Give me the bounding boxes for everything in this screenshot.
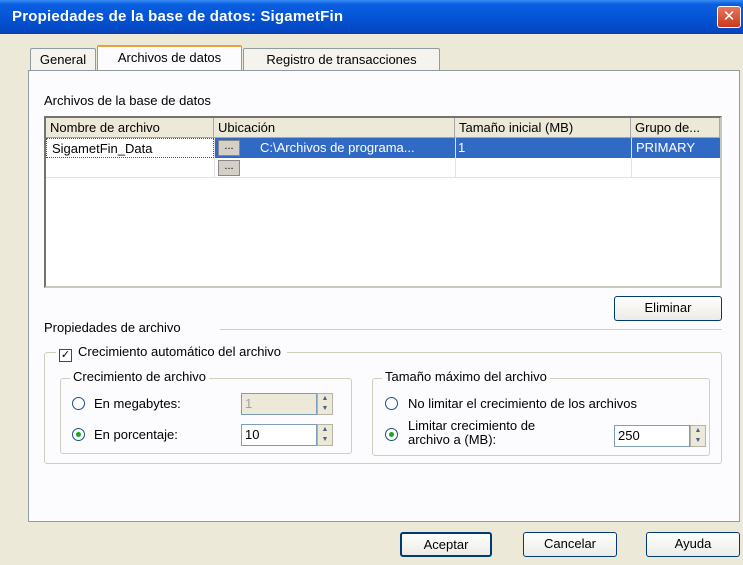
megabytes-label: En megabytes: — [94, 396, 181, 411]
megabytes-spinner[interactable]: ▲ ▼ — [317, 393, 333, 415]
limit-label: Limitar crecimiento de archivo a (MB): — [408, 419, 535, 447]
file-size-cell[interactable]: 1 — [458, 140, 628, 155]
ellipsis-icon: ... — [224, 160, 234, 172]
percent-spinner[interactable]: ▲ ▼ — [317, 424, 333, 446]
files-section-label: Archivos de la base de datos — [44, 93, 211, 108]
spin-down-icon[interactable]: ▼ — [691, 436, 705, 446]
spin-up-icon[interactable]: ▲ — [691, 426, 705, 436]
help-button[interactable]: Ayuda — [646, 532, 740, 557]
tab-general-label: General — [39, 52, 87, 67]
tab-general[interactable]: General — [30, 48, 96, 70]
table-row-empty[interactable] — [46, 158, 720, 178]
tab-registro-label: Registro de transacciones — [266, 52, 417, 67]
column-header-location[interactable]: Ubicación — [214, 118, 455, 138]
close-icon: ✕ — [722, 8, 736, 25]
tab-archivos-de-datos[interactable]: Archivos de datos — [97, 45, 242, 70]
limit-radio[interactable] — [385, 428, 398, 441]
file-name-cell[interactable]: SigametFin_Data — [46, 138, 214, 158]
column-header-name[interactable]: Nombre de archivo — [46, 118, 214, 138]
tab-registro-de-transacciones[interactable]: Registro de transacciones — [243, 48, 440, 70]
ellipsis-icon: ... — [224, 140, 234, 152]
divider — [220, 329, 722, 330]
location-browse-button[interactable]: ... — [218, 140, 240, 156]
column-header-size[interactable]: Tamaño inicial (MB) — [455, 118, 631, 138]
limit-label-line2: archivo a (MB): — [408, 432, 497, 447]
grid-separator — [631, 138, 632, 178]
spin-up-icon[interactable]: ▲ — [318, 425, 332, 435]
tab-archivos-label: Archivos de datos — [117, 50, 222, 65]
autogrow-checkbox[interactable]: ✓ — [59, 349, 72, 362]
title-bar: Propiedades de la base de datos: Sigamet… — [0, 0, 743, 34]
autogrow-label: Crecimiento automático del archivo — [78, 344, 282, 359]
megabytes-radio[interactable] — [72, 397, 85, 410]
unlimited-radio[interactable] — [385, 397, 398, 410]
percent-radio[interactable] — [72, 428, 85, 441]
close-button[interactable]: ✕ — [717, 6, 741, 28]
window-title: Propiedades de la base de datos: Sigamet… — [12, 8, 344, 25]
spin-down-icon[interactable]: ▼ — [318, 435, 332, 445]
percent-input[interactable]: 10 — [241, 424, 317, 446]
file-properties-label: Propiedades de archivo — [44, 320, 181, 335]
unlimited-label: No limitar el crecimiento de los archivo… — [408, 396, 638, 411]
grid-separator — [455, 138, 456, 178]
limit-label-line1: Limitar crecimiento de — [408, 418, 536, 433]
limit-spinner[interactable]: ▲ ▼ — [690, 425, 706, 447]
grid-separator — [214, 138, 215, 178]
column-header-group[interactable]: Grupo de... — [631, 118, 720, 138]
megabytes-input[interactable]: 1 — [241, 393, 317, 415]
max-size-legend: Tamaño máximo del archivo — [382, 369, 550, 384]
delete-button[interactable]: Eliminar — [614, 296, 722, 321]
percent-label: En porcentaje: — [94, 427, 178, 442]
cancel-button[interactable]: Cancelar — [523, 532, 617, 557]
location-browse-button-empty[interactable]: ... — [218, 160, 240, 176]
growth-legend: Crecimiento de archivo — [70, 369, 209, 384]
autogrow-legend: ✓ Crecimiento automático del archivo — [56, 344, 288, 362]
file-group-cell[interactable]: PRIMARY — [636, 140, 718, 155]
spin-up-icon[interactable]: ▲ — [318, 394, 332, 404]
ok-button[interactable]: Aceptar — [400, 532, 492, 557]
files-grid[interactable]: Nombre de archivo Ubicación Tamaño inici… — [44, 116, 722, 288]
table-row[interactable]: SigametFin_Data ... C:\Archivos de progr… — [46, 138, 720, 158]
file-location-cell[interactable]: C:\Archivos de programa... — [260, 140, 453, 155]
limit-input[interactable]: 250 — [614, 425, 690, 447]
spin-down-icon[interactable]: ▼ — [318, 404, 332, 414]
